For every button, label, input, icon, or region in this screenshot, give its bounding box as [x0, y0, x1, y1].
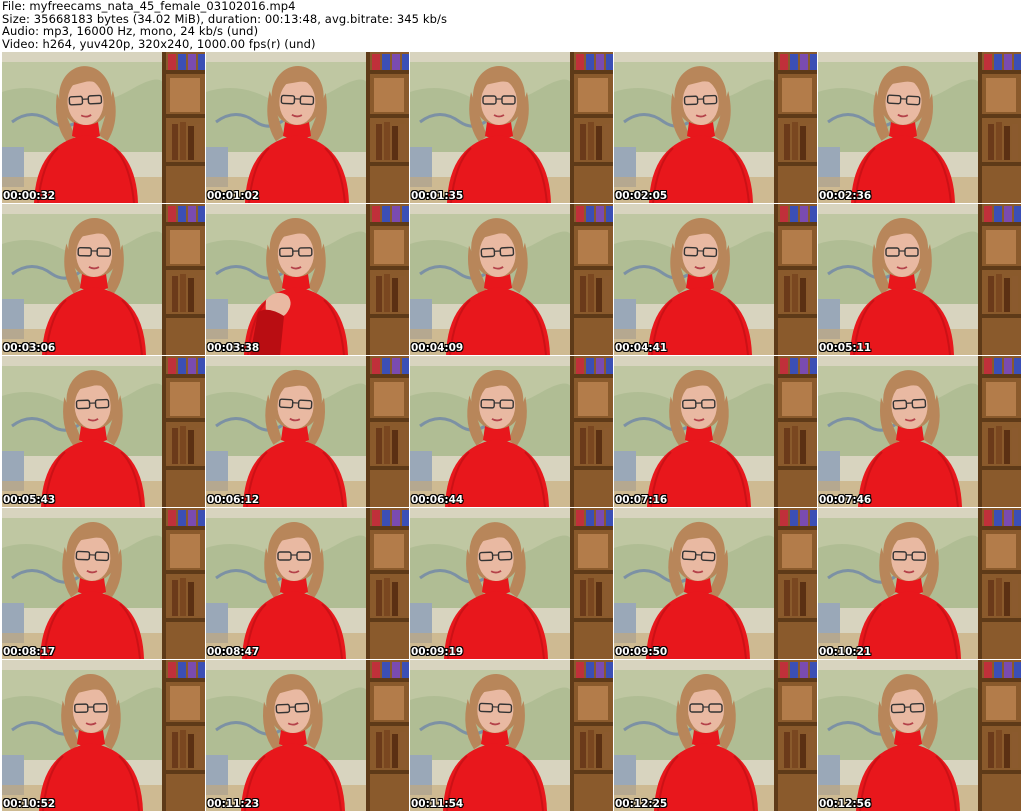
thumbnail-timestamp: 00:07:16 — [615, 494, 668, 506]
thumbnail-timestamp: 00:01:35 — [411, 190, 464, 202]
thumbnail-timestamp: 00:02:05 — [615, 190, 668, 202]
video-frame-image — [818, 52, 1021, 203]
video-thumbnail: 00:10:21 — [818, 508, 1021, 659]
video-thumbnail: 00:11:23 — [206, 660, 409, 811]
video-thumbnail: 00:03:06 — [2, 204, 205, 355]
video-thumbnail: 00:10:52 — [2, 660, 205, 811]
video-thumbnail: 00:12:25 — [614, 660, 817, 811]
thumbnail-timestamp: 00:07:46 — [819, 494, 872, 506]
video-frame-image — [614, 508, 817, 659]
video-frame-image — [410, 508, 613, 659]
video-frame-image — [206, 508, 409, 659]
thumbnail-timestamp: 00:11:54 — [411, 798, 464, 810]
video-thumbnail: 00:01:35 — [410, 52, 613, 203]
video-frame-image — [206, 52, 409, 203]
video-frame-image — [410, 660, 613, 811]
video-frame-image — [206, 356, 409, 507]
video-thumbnail: 00:11:54 — [410, 660, 613, 811]
video-frame-image — [614, 204, 817, 355]
video-frame-image — [818, 508, 1021, 659]
thumbnail-timestamp: 00:02:36 — [819, 190, 872, 202]
file-info-header: File: myfreecams_nata_45_female_03102016… — [2, 0, 1022, 50]
video-thumbnail: 00:02:05 — [614, 52, 817, 203]
thumbnail-timestamp: 00:10:52 — [3, 798, 56, 810]
thumbnail-timestamp: 00:12:25 — [615, 798, 668, 810]
thumbnail-timestamp: 00:06:12 — [207, 494, 260, 506]
video-frame-image — [410, 52, 613, 203]
thumbnail-grid: 00:00:32 00:01:02 00:01:35 00:02:05 00:0… — [2, 52, 1024, 811]
video-frame-image — [206, 660, 409, 811]
thumbnail-timestamp: 00:10:21 — [819, 646, 872, 658]
thumbnail-timestamp: 00:04:09 — [411, 342, 464, 354]
thumbnail-timestamp: 00:00:32 — [3, 190, 56, 202]
video-frame-image — [818, 204, 1021, 355]
video-frame-image — [2, 508, 205, 659]
video-thumbnail: 00:05:43 — [2, 356, 205, 507]
video-thumbnail: 00:08:17 — [2, 508, 205, 659]
thumbnail-timestamp: 00:03:38 — [207, 342, 260, 354]
thumbnail-timestamp: 00:01:02 — [207, 190, 260, 202]
thumbnail-timestamp: 00:09:50 — [615, 646, 668, 658]
video-frame-image — [2, 356, 205, 507]
video-thumbnail: 00:06:12 — [206, 356, 409, 507]
thumbnail-timestamp: 00:06:44 — [411, 494, 464, 506]
thumbnail-timestamp: 00:11:23 — [207, 798, 260, 810]
video-thumbnail: 00:04:41 — [614, 204, 817, 355]
video-thumbnail: 00:04:09 — [410, 204, 613, 355]
video-frame-image — [818, 356, 1021, 507]
video-thumbnail: 00:09:50 — [614, 508, 817, 659]
thumbnail-timestamp: 00:05:43 — [3, 494, 56, 506]
video-thumbnail: 00:00:32 — [2, 52, 205, 203]
video-thumbnail: 00:08:47 — [206, 508, 409, 659]
audio-info-line: Audio: mp3, 16000 Hz, mono, 24 kb/s (und… — [2, 24, 259, 38]
video-frame-image — [2, 52, 205, 203]
thumbnail-timestamp: 00:08:47 — [207, 646, 260, 658]
video-info-line: Video: h264, yuv420p, 320x240, 1000.00 f… — [2, 36, 316, 51]
video-thumbnail: 00:06:44 — [410, 356, 613, 507]
video-frame-image — [614, 660, 817, 811]
video-thumbnail: 00:12:56 — [818, 660, 1021, 811]
video-frame-image — [410, 204, 613, 355]
thumbnail-timestamp: 00:12:56 — [819, 798, 872, 810]
thumbnail-timestamp: 00:03:06 — [3, 342, 56, 354]
video-frame-image — [2, 204, 205, 355]
thumbnail-timestamp: 00:05:11 — [819, 342, 872, 354]
video-frame-image — [410, 356, 613, 507]
video-thumbnail: 00:09:19 — [410, 508, 613, 659]
video-frame-image — [2, 660, 205, 811]
thumbnail-timestamp: 00:08:17 — [3, 646, 56, 658]
video-frame-image — [614, 356, 817, 507]
thumbnail-timestamp: 00:04:41 — [615, 342, 668, 354]
video-thumbnail: 00:02:36 — [818, 52, 1021, 203]
video-thumbnail: 00:05:11 — [818, 204, 1021, 355]
video-thumbnail: 00:07:16 — [614, 356, 817, 507]
video-frame-image — [818, 660, 1021, 811]
video-frame-image — [614, 52, 817, 203]
thumbnail-timestamp: 00:09:19 — [411, 646, 464, 658]
video-thumbnail: 00:07:46 — [818, 356, 1021, 507]
video-thumbnail: 00:01:02 — [206, 52, 409, 203]
file-name-line: File: myfreecams_nata_45_female_03102016… — [2, 0, 296, 13]
video-frame-image — [206, 204, 409, 355]
video-thumbnail: 00:03:38 — [206, 204, 409, 355]
